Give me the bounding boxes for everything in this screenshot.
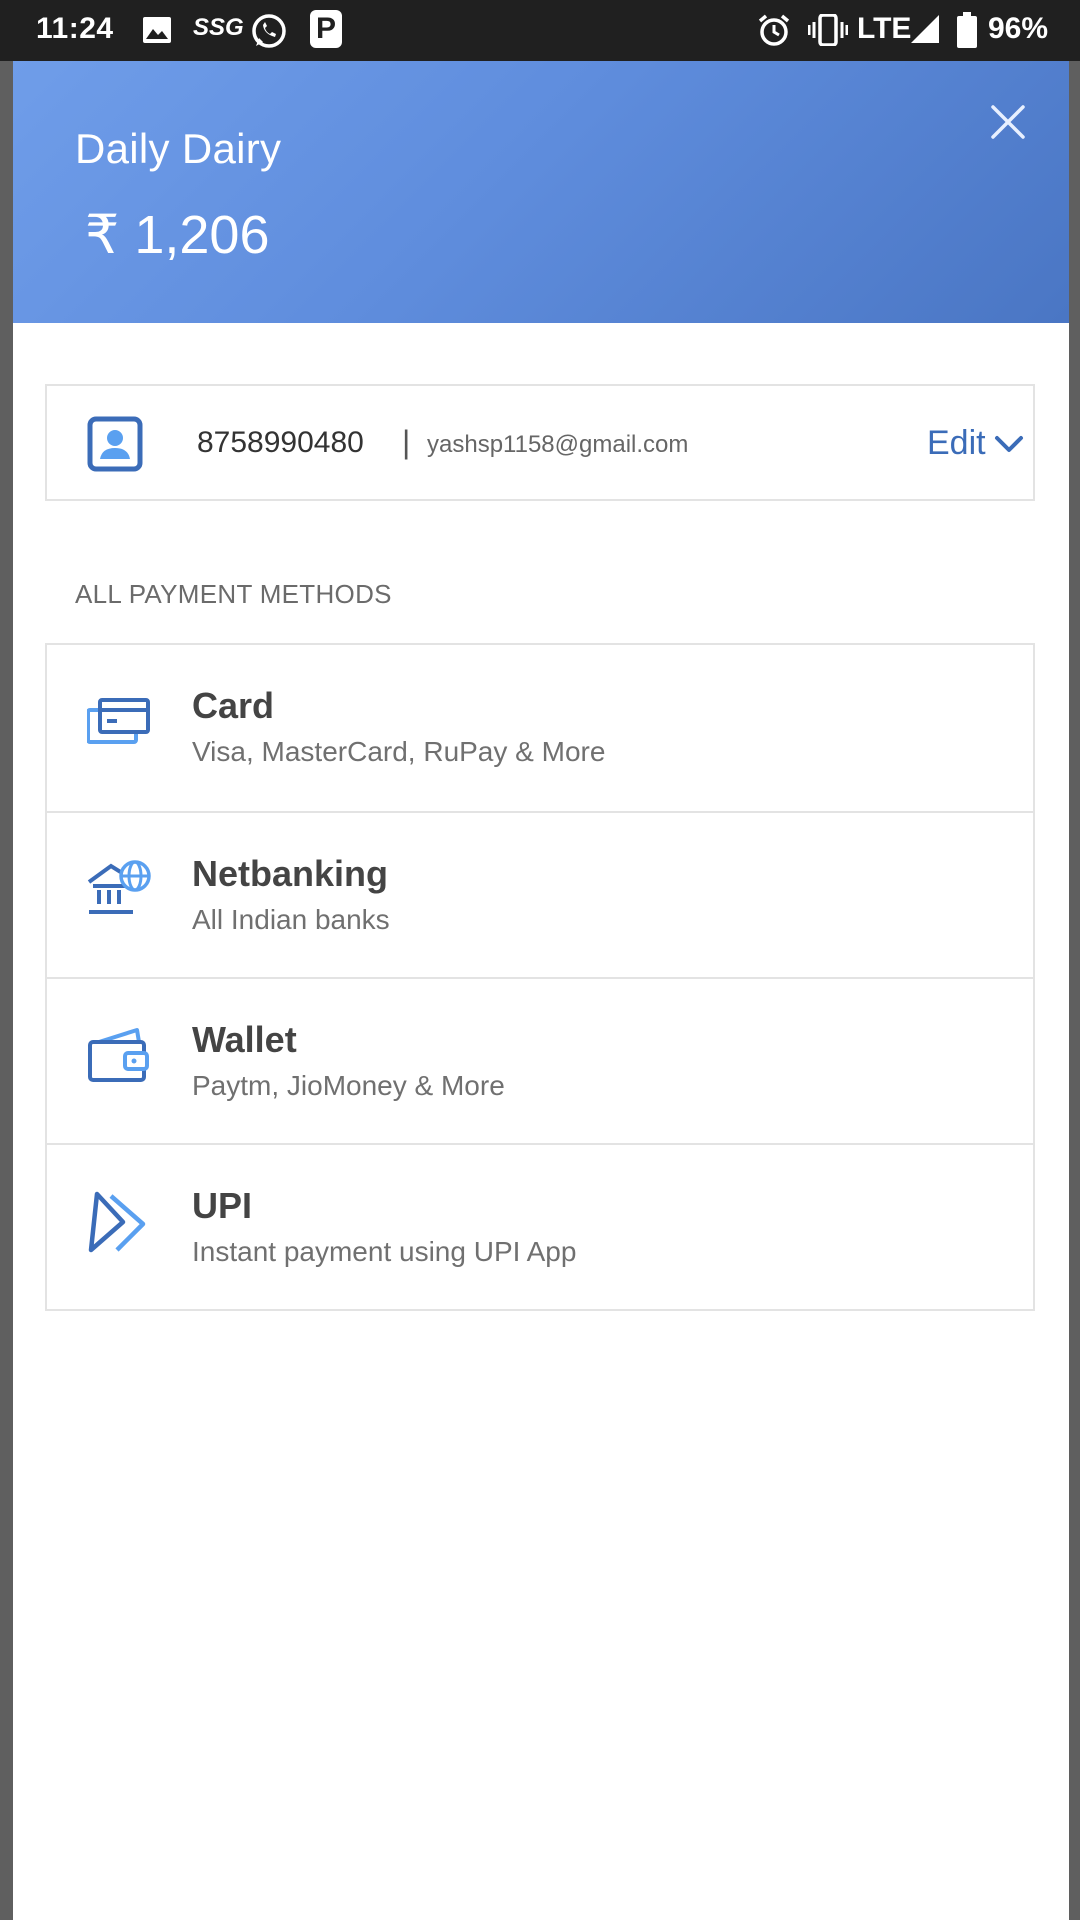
- upi-icon: [87, 1190, 151, 1254]
- payment-method-netbanking[interactable]: Netbanking All Indian banks: [47, 811, 1033, 977]
- signal-icon: [910, 14, 940, 49]
- payment-method-upi[interactable]: UPI Instant payment using UPI App: [47, 1143, 1033, 1309]
- p-icon: P: [310, 10, 342, 48]
- payment-amount: ₹ 1,206: [85, 205, 270, 265]
- vibrate-icon: [807, 13, 849, 51]
- method-subtitle: Visa, MasterCard, RuPay & More: [192, 736, 606, 767]
- payment-method-card[interactable]: Card Visa, MasterCard, RuPay & More: [47, 645, 1033, 811]
- payment-methods-list: Card Visa, MasterCard, RuPay & More Netb…: [45, 643, 1035, 1311]
- contact-email: yashsp1158@gmail.com: [427, 431, 689, 458]
- contact-phone: 8758990480: [197, 426, 364, 459]
- chevron-down-icon: [994, 435, 1023, 452]
- payment-modal: Daily Dairy ₹ 1,206 8758990480 | yashsp1…: [13, 61, 1069, 1920]
- image-icon: [142, 16, 172, 49]
- whatsapp-icon: [250, 12, 288, 55]
- section-title: ALL PAYMENT METHODS: [75, 579, 392, 609]
- close-button[interactable]: [983, 97, 1033, 147]
- contact-separator: |: [402, 424, 411, 460]
- method-subtitle: Paytm, JioMoney & More: [192, 1070, 505, 1101]
- edit-label: Edit: [927, 424, 986, 462]
- contact-details: 8758990480 | yashsp1158@gmail.com Edit: [45, 384, 1035, 501]
- status-time: 11:24: [36, 12, 114, 45]
- method-title: Card: [192, 685, 275, 726]
- method-title: Wallet: [192, 1019, 297, 1060]
- method-title: Netbanking: [192, 853, 389, 894]
- modal-header: Daily Dairy ₹ 1,206: [13, 61, 1069, 323]
- contact-icon: [87, 416, 143, 477]
- method-subtitle: All Indian banks: [192, 904, 390, 935]
- card-icon: [86, 690, 151, 754]
- method-subtitle: Instant payment using UPI App: [192, 1236, 577, 1267]
- battery-icon: [957, 12, 977, 53]
- network-type: LTE: [857, 12, 912, 45]
- ssg-icon: SSG: [193, 14, 244, 41]
- payment-method-wallet[interactable]: Wallet Paytm, JioMoney & More: [47, 977, 1033, 1143]
- close-icon: [991, 105, 1025, 139]
- merchant-name: Daily Dairy: [75, 125, 282, 172]
- method-title: UPI: [192, 1185, 253, 1226]
- alarm-icon: [756, 12, 792, 53]
- wallet-icon: [87, 1024, 151, 1088]
- status-bar: 11:24 SSG P LTE 96%: [0, 0, 1080, 61]
- bank-icon: [87, 858, 151, 922]
- edit-contact-button[interactable]: Edit: [927, 424, 1024, 463]
- battery-percent: 96%: [988, 12, 1049, 45]
